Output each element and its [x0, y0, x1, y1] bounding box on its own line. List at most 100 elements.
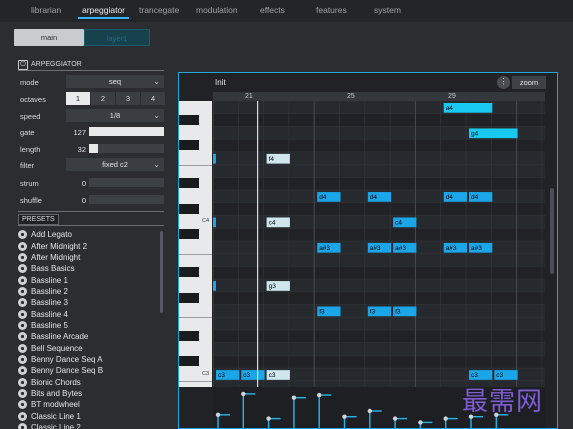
- preset-item[interactable]: Bassline 2: [18, 286, 158, 297]
- note-block[interactable]: a#3: [469, 242, 493, 253]
- note-block[interactable]: f3: [367, 306, 392, 317]
- note-block[interactable]: a#3: [393, 242, 417, 253]
- preset-item[interactable]: Bassline 5: [18, 320, 158, 331]
- piano-keyboard[interactable]: C4 C3: [179, 101, 212, 387]
- note-block[interactable]: f3: [317, 306, 341, 317]
- preset-item[interactable]: After Midnight: [18, 252, 158, 263]
- tab-arpeggiator[interactable]: arpeggiator: [82, 5, 125, 15]
- black-key[interactable]: [179, 178, 199, 189]
- black-key[interactable]: [179, 140, 199, 151]
- note-block[interactable]: a#3: [317, 242, 341, 253]
- preset-item[interactable]: Classic Line 2: [18, 422, 158, 429]
- note-block[interactable]: d4: [443, 192, 467, 202]
- black-key[interactable]: [179, 203, 199, 214]
- chevron-down-icon: ⌄: [153, 111, 160, 120]
- mode-label: mode: [20, 78, 39, 87]
- gate-label: gate: [20, 128, 35, 137]
- note-block[interactable]: c3: [266, 370, 290, 380]
- note-label: f3: [395, 309, 401, 316]
- note-block[interactable]: g4: [469, 128, 518, 139]
- octave-option-2[interactable]: 2: [91, 92, 115, 105]
- preset-item[interactable]: Bell Sequence: [18, 342, 158, 353]
- preset-icon: [18, 343, 27, 353]
- tab-modulation[interactable]: modulation: [196, 5, 238, 15]
- note-label: f3: [370, 309, 376, 316]
- preset-item[interactable]: Bassline 1: [18, 274, 158, 285]
- mode-dropdown[interactable]: seq ⌄: [66, 75, 164, 88]
- note-block[interactable]: g3: [266, 281, 290, 291]
- preset-icon: [18, 423, 27, 429]
- note-block[interactable]: a#3: [367, 242, 392, 253]
- octave-option-4[interactable]: 4: [141, 92, 165, 105]
- note-block[interactable]: f4: [266, 153, 290, 164]
- preset-item[interactable]: Bits and Bytes: [18, 388, 158, 399]
- preset-item[interactable]: Bassline 3: [18, 297, 158, 308]
- note-block[interactable]: f3: [393, 306, 417, 317]
- filter-dropdown[interactable]: fixed c2 ⌄: [66, 158, 164, 171]
- velocity-handle: [443, 416, 448, 421]
- preset-item[interactable]: Bassline Arcade: [18, 331, 158, 342]
- black-key[interactable]: [179, 267, 199, 278]
- timeline-ruler[interactable]: 21 25 29: [213, 92, 545, 101]
- preset-item[interactable]: Benny Dance Seq B: [18, 365, 158, 376]
- presets-title: PRESETS: [18, 214, 59, 225]
- preset-item[interactable]: BT modwheel: [18, 399, 158, 410]
- length-slider[interactable]: [89, 144, 164, 153]
- tab-features[interactable]: features: [316, 5, 347, 15]
- strum-slider[interactable]: [89, 178, 164, 187]
- tab-system[interactable]: system: [374, 5, 401, 15]
- preset-icon: [18, 377, 27, 387]
- note-block[interactable]: c3: [469, 370, 493, 380]
- black-key[interactable]: [179, 330, 199, 341]
- preset-item[interactable]: After Midnight 2: [18, 240, 158, 251]
- octave-option-1[interactable]: 1: [66, 92, 90, 105]
- note-block[interactable]: c3: [241, 370, 265, 380]
- note-block[interactable]: c4: [266, 217, 290, 228]
- tab-librarian[interactable]: librarian: [31, 5, 61, 15]
- top-navigation: librarian arpeggiator trancegate modulat…: [0, 0, 573, 22]
- note-block[interactable]: d4: [367, 192, 392, 202]
- preset-item[interactable]: Classic Line 1: [18, 411, 158, 422]
- power-icon[interactable]: ⏻: [18, 59, 28, 70]
- velocity-handle: [317, 392, 322, 398]
- black-key[interactable]: [179, 114, 199, 125]
- preset-label: Benny Dance Seq A: [31, 354, 103, 364]
- tab-trancegate[interactable]: trancegate: [139, 5, 179, 15]
- edge-marker: [213, 153, 216, 164]
- note-grid[interactable]: c3c3c3g3c4f4a#2d4a#3f3d4a#3f3a#2c4a#3f3a…: [213, 101, 545, 387]
- preset-icon: [18, 320, 27, 330]
- main-layer-button[interactable]: main: [14, 29, 84, 46]
- note-block[interactable]: d4: [469, 192, 493, 202]
- length-label: length: [20, 145, 41, 154]
- note-block[interactable]: c3: [216, 370, 240, 380]
- preset-label: Bass Basics: [31, 264, 75, 274]
- grid-row-shade: [213, 291, 545, 305]
- layer1-button[interactable]: layer1: [84, 29, 150, 46]
- gate-slider[interactable]: [89, 127, 164, 136]
- roll-scrollbar[interactable]: [550, 188, 554, 274]
- preset-item[interactable]: Bassline 4: [18, 308, 158, 319]
- black-key[interactable]: [179, 356, 199, 367]
- preset-item[interactable]: Bionic Chords: [18, 376, 158, 387]
- zoom-button[interactable]: zoom: [512, 76, 546, 89]
- black-key[interactable]: [179, 292, 199, 303]
- tab-effects[interactable]: effects: [260, 5, 285, 15]
- note-block[interactable]: a#3: [443, 242, 467, 253]
- preset-item[interactable]: Bass Basics: [18, 263, 158, 274]
- speed-dropdown[interactable]: 1/8 ⌄: [66, 109, 164, 122]
- more-options-icon[interactable]: ⋮: [497, 76, 510, 89]
- preset-item[interactable]: Benny Dance Seq A: [18, 354, 158, 365]
- note-block[interactable]: c4: [393, 217, 417, 228]
- preset-item[interactable]: Add Legato: [18, 229, 158, 240]
- octave-option-3[interactable]: 3: [116, 92, 140, 105]
- active-tab-indicator: [78, 17, 129, 19]
- shuffle-slider[interactable]: [89, 195, 164, 204]
- preset-scrollbar[interactable]: [160, 231, 163, 313]
- grid-row-shade: [213, 228, 545, 241]
- preset-icon: [18, 252, 27, 262]
- note-block[interactable]: c3: [494, 370, 518, 380]
- preset-label: Bassline Arcade: [31, 332, 89, 342]
- note-block[interactable]: d4: [317, 192, 341, 202]
- note-block[interactable]: a4: [443, 103, 493, 113]
- black-key[interactable]: [179, 229, 199, 240]
